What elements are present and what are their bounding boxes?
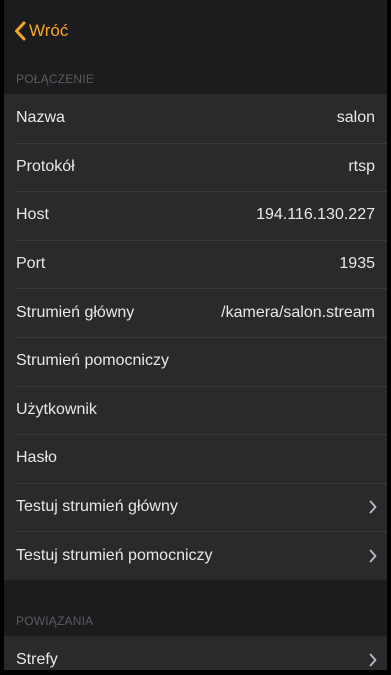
row-name[interactable]: Nazwa salon <box>4 94 387 143</box>
row-label: Strefy <box>16 651 58 669</box>
back-button[interactable]: Wróć <box>14 21 68 41</box>
row-label: Testuj strumień pomocniczy <box>16 546 213 564</box>
row-label: Strumień główny <box>16 303 135 321</box>
row-host[interactable]: Host 194.116.130.227 <box>4 191 387 240</box>
section-header-connection: POŁĄCZENIE <box>16 72 95 86</box>
row-test-sub-stream[interactable]: Testuj strumień pomocniczy <box>4 531 387 580</box>
row-port[interactable]: Port 1935 <box>4 239 387 289</box>
row-label: Użytkownik <box>16 400 97 418</box>
row-value: salon <box>336 109 375 127</box>
row-protocol[interactable]: Protokół rtsp <box>4 142 387 192</box>
chevron-right-icon <box>369 653 377 667</box>
row-value: 1935 <box>339 255 375 273</box>
chevron-right-icon <box>369 549 377 563</box>
row-test-main-stream[interactable]: Testuj strumień główny <box>4 482 387 532</box>
row-value: rtsp <box>348 157 375 175</box>
row-user[interactable]: Użytkownik <box>4 385 387 435</box>
section-header-bindings: POWIĄZANIA <box>16 613 94 628</box>
settings-screen: Wróć POŁĄCZENIE Nazwa salon Protokół rts… <box>4 0 387 670</box>
connection-group: Nazwa salon Protokół rtsp Host 194.116.1… <box>4 94 387 580</box>
navigation-bar: Wróć <box>4 0 387 64</box>
back-button-label: Wróć <box>29 21 69 40</box>
row-label: Hasło <box>16 449 57 467</box>
row-sub-stream[interactable]: Strumień pomocniczy <box>4 336 387 386</box>
chevron-left-icon <box>14 21 26 41</box>
row-password[interactable]: Hasło <box>4 434 387 483</box>
bindings-group: Strefy <box>4 635 387 670</box>
chevron-right-icon <box>369 500 377 514</box>
row-label: Nazwa <box>16 109 65 127</box>
row-value: /kamera/salon.stream <box>221 303 375 321</box>
row-label: Testuj strumień główny <box>16 498 178 516</box>
row-label: Host <box>16 206 49 224</box>
row-main-stream[interactable]: Strumień główny /kamera/salon.stream <box>4 288 387 337</box>
row-zones[interactable]: Strefy <box>4 636 387 670</box>
row-label: Strumień pomocniczy <box>16 352 169 370</box>
row-label: Protokół <box>16 157 75 175</box>
row-label: Port <box>16 255 46 273</box>
row-value: 194.116.130.227 <box>256 206 375 224</box>
